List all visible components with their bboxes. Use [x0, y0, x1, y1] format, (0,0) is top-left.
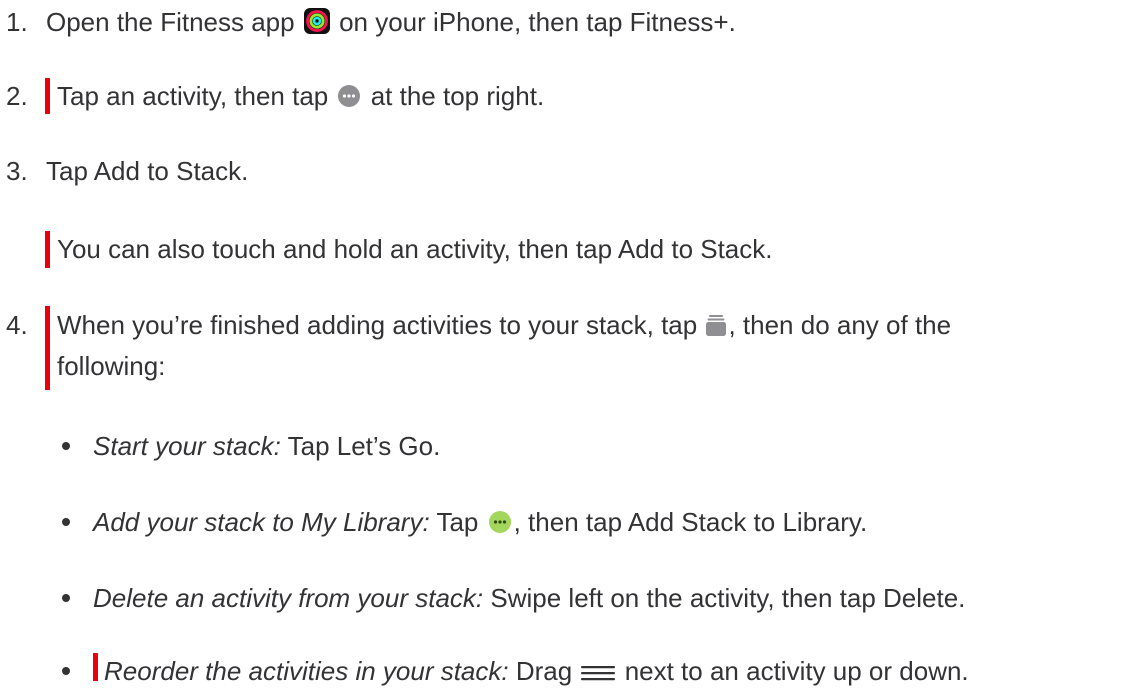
step-number: 4.	[6, 310, 28, 340]
fitness-app-icon	[303, 8, 330, 42]
step-number: 3.	[6, 156, 28, 186]
step-text: Open the Fitness app	[46, 7, 295, 37]
bullet-term: Add your stack to My Library:	[93, 507, 430, 537]
step-text: Tap Add to Stack.	[46, 156, 249, 186]
step-number: 1.	[6, 7, 28, 37]
step-text: at the top right.	[370, 81, 545, 111]
bullet-dot	[62, 518, 70, 526]
step-text: on your iPhone, then tap Fitness+.	[339, 7, 736, 37]
change-bar	[45, 231, 50, 268]
reorder-handle-icon	[581, 657, 616, 691]
step-3-note: You can also touch and hold an activity,…	[57, 232, 773, 266]
change-bar	[93, 653, 98, 681]
bullet-text: Swipe left on the activity, then tap Del…	[490, 583, 966, 613]
step-number: 2.	[6, 81, 28, 111]
change-bar	[45, 78, 50, 114]
bullet-term: Delete an activity from your stack:	[93, 583, 484, 613]
bullet-text: next to an activity up or down.	[624, 656, 969, 686]
more-options-icon	[337, 82, 361, 116]
bullet-item: Start your stack: Tap Let’s Go.	[93, 429, 440, 463]
step-4-line-2: following:	[57, 349, 165, 383]
step-text: following:	[57, 351, 166, 381]
stack-icon	[706, 311, 727, 345]
step-text: Tap an activity, then tap	[57, 81, 329, 111]
step-text: When you’re finished adding activities t…	[57, 310, 698, 340]
bullet-text: , then tap Add Stack to Library.	[513, 507, 868, 537]
bullet-item: Delete an activity from your stack: Swip…	[93, 581, 965, 615]
bullet-text: Tap	[436, 507, 479, 537]
bullet-text: Drag	[515, 656, 573, 686]
bullet-dot	[62, 442, 70, 450]
bullet-dot	[62, 594, 70, 602]
change-bar	[45, 306, 50, 390]
more-options-green-icon	[488, 508, 512, 542]
bullet-item: Reorder the activities in your stack: Dr…	[104, 654, 969, 691]
step-text: , then do any of the	[728, 310, 952, 340]
bullet-term: Reorder the activities in your stack:	[104, 656, 509, 686]
note-text: You can also touch and hold an activity,…	[57, 234, 773, 264]
bullet-term: Start your stack:	[93, 431, 281, 461]
bullet-dot	[62, 667, 70, 675]
bullet-item: Add your stack to My Library: Tap , then…	[93, 505, 867, 542]
bullet-text: Tap Let’s Go.	[287, 431, 441, 461]
